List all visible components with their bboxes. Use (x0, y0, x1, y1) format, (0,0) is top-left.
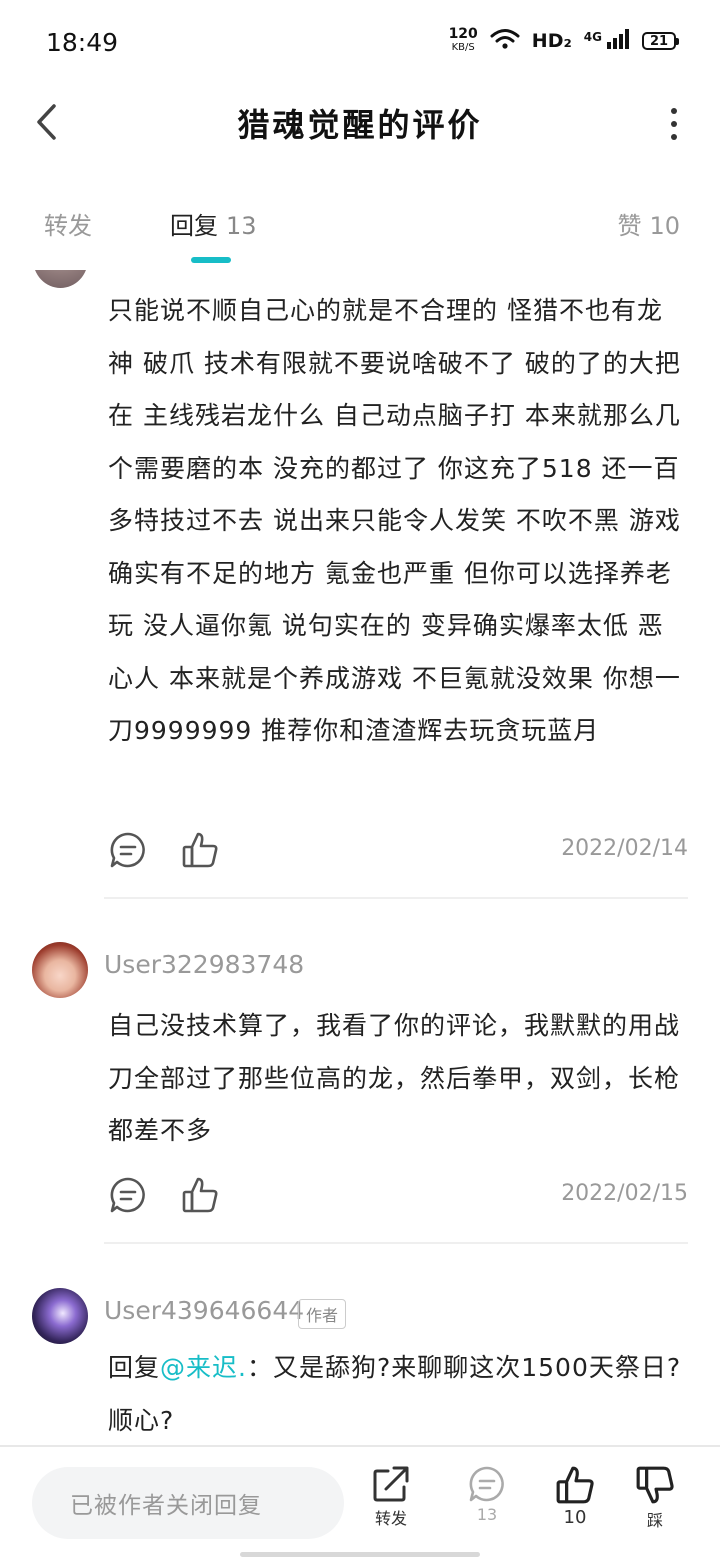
comment-header: User439646644 作者 (32, 1288, 692, 1348)
divider (104, 1242, 688, 1244)
repost-button[interactable]: 转发 (358, 1465, 424, 1529)
like-button[interactable] (180, 1175, 220, 1215)
battery-level: 21 (649, 33, 669, 49)
comment-text: 自己没技术算了，我看了你的评论，我默默的用战刀全部过了那些位高的龙，然后拳甲，双… (108, 1011, 681, 1145)
comment-date: 2022/02/14 (561, 836, 688, 861)
tab-bar: 转发 回复 13 赞 10 (0, 190, 720, 270)
repost-label: 转发 (374, 1509, 407, 1528)
active-tab-indicator (191, 257, 231, 263)
like-button[interactable] (180, 830, 220, 870)
dislike-label: 踩 (646, 1511, 663, 1530)
status-icons: 120 KB/S HD₂ 4G 21 (448, 26, 679, 54)
tab-reply[interactable]: 回复 13 (170, 206, 257, 241)
username[interactable]: User322983748 (104, 950, 304, 979)
comment-list[interactable]: 只能说不顺自己心的就是不合理的 怪猎不也有龙神 破爪 技术有限就不要说啥破不了 … (0, 230, 720, 1445)
comment-bubble-icon (110, 832, 145, 868)
avatar[interactable] (32, 1288, 88, 1344)
more-vertical-icon (671, 108, 677, 114)
comment-date: 2022/02/15 (561, 1181, 688, 1206)
status-time: 18:49 (46, 28, 119, 57)
home-indicator[interactable] (240, 1552, 480, 1557)
share-icon (373, 1466, 409, 1502)
mention-link[interactable]: @来迟. (160, 1353, 247, 1382)
comment-actions: 2022/02/15 (108, 1175, 688, 1221)
author-badge: 作者 (298, 1299, 347, 1329)
reply-prefix: 回复 (108, 1353, 161, 1382)
username[interactable]: User439646644 (104, 1296, 304, 1325)
comment-actions: 2022/02/14 (108, 830, 688, 876)
comment-bubble-icon (469, 1466, 504, 1502)
tab-reply-count: 13 (226, 212, 257, 240)
comment-text: 只能说不顺自己心的就是不合理的 怪猎不也有龙神 破爪 技术有限就不要说啥破不了 … (108, 296, 681, 745)
avatar[interactable] (32, 942, 88, 998)
battery-icon: 21 (642, 32, 679, 50)
more-options-button[interactable] (664, 102, 684, 146)
net-speed-value: 120 (448, 26, 478, 42)
thumbs-up-icon (556, 1466, 594, 1504)
net-speed-unit: KB/S (451, 42, 475, 53)
status-bar: 18:49 120 KB/S HD₂ 4G 21 (0, 0, 720, 80)
tab-repost[interactable]: 转发 (44, 206, 92, 241)
wifi-icon (490, 28, 520, 54)
divider (104, 897, 688, 899)
like-count: 10 (563, 1507, 587, 1528)
tab-like-count: 10 (649, 212, 680, 240)
like-button[interactable]: 10 (542, 1465, 608, 1528)
bottom-action-bar: 已被作者关闭回复 转发 13 10 踩 (0, 1447, 720, 1560)
comment-header: User322983748 (32, 942, 692, 1002)
reply-button[interactable] (108, 1175, 148, 1215)
comment-text: 回复@来迟.：又是舔狗?来聊聊这次1500天祭日?顺心? (108, 1342, 688, 1445)
hd-label: HD₂ (531, 30, 572, 52)
dislike-button[interactable]: 踩 (622, 1465, 688, 1531)
reply-count: 13 (476, 1505, 498, 1524)
thumbs-down-icon (636, 1466, 674, 1504)
thumbs-up-icon (182, 1177, 218, 1213)
reply-count-button[interactable]: 13 (454, 1465, 520, 1524)
page-title: 猎魂觉醒的评价 (237, 106, 483, 144)
tab-like[interactable]: 赞 10 (617, 206, 680, 241)
thumbs-up-icon (182, 832, 218, 868)
reply-button[interactable] (108, 830, 148, 870)
comment-bubble-icon (110, 1177, 145, 1213)
signal-icon (606, 28, 630, 54)
reply-disabled-field[interactable]: 已被作者关闭回复 (32, 1467, 344, 1539)
net-speed: 120 KB/S (448, 26, 478, 54)
network-type-label: 4G (583, 30, 602, 44)
top-bar: 猎魂觉醒的评价 (0, 80, 720, 170)
